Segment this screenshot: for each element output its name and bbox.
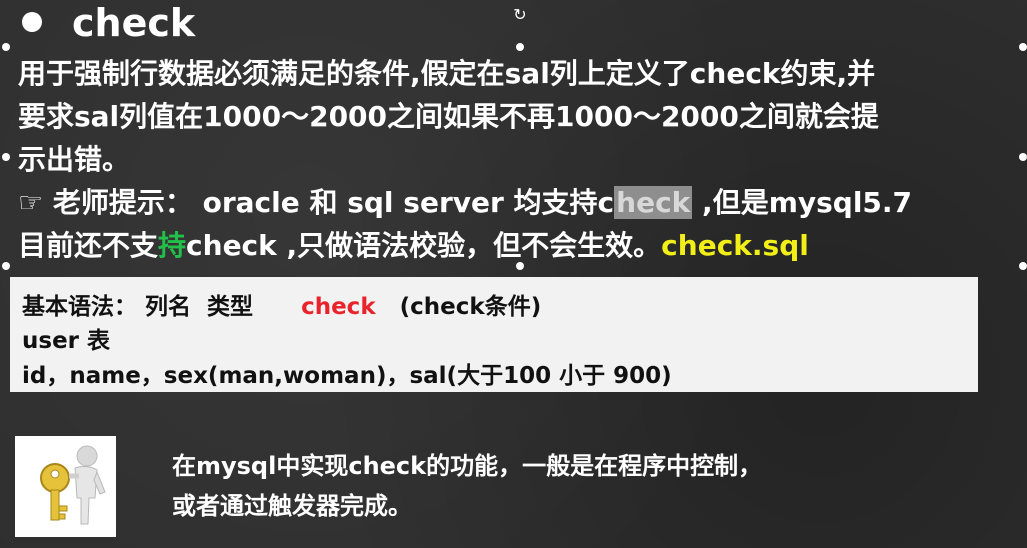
syntax-prefix: 基本语法： 列名 类型 bbox=[22, 294, 254, 320]
footer-note: 在mysql中实现check的功能，一般是在程序中控制， 或者通过触发器完成。 bbox=[172, 446, 762, 526]
slide-title: check bbox=[72, 1, 196, 45]
cursor-char: 持 bbox=[158, 229, 187, 262]
resize-handle-top-right[interactable] bbox=[1019, 43, 1027, 51]
body-line-5-a: 目前还不支 bbox=[18, 229, 159, 262]
rotate-handle-icon[interactable]: ↻ bbox=[511, 6, 529, 24]
teacher-tip-text: 老师提示： oracle 和 sql server 均支持c bbox=[43, 186, 615, 219]
body-line-5-b: check ,只做语法校验，但不会生效。 bbox=[186, 229, 662, 262]
resize-handle-bottom-right[interactable] bbox=[1019, 262, 1027, 270]
syntax-line-2: user 表 bbox=[22, 328, 111, 354]
syntax-line-3: id，name，sex(man,woman)，sal(大于100 小于 900) bbox=[22, 363, 672, 389]
pointing-hand-icon: ☞ bbox=[18, 186, 44, 219]
resize-handle-top-left[interactable] bbox=[2, 43, 10, 51]
syntax-box: 基本语法： 列名 类型 check (check条件) user 表 id，na… bbox=[10, 277, 978, 392]
body-line-1: 用于强制行数据必须满足的条件,假定在sal列上定义了check约束,并 bbox=[18, 57, 876, 90]
resize-handle-right-middle[interactable] bbox=[1019, 153, 1027, 161]
selected-text: heck bbox=[614, 186, 693, 219]
resize-handle-left-middle[interactable] bbox=[2, 153, 10, 161]
resize-handle-bottom-left[interactable] bbox=[2, 262, 10, 270]
footer-line-1: 在mysql中实现check的功能，一般是在程序中控制， bbox=[172, 452, 763, 480]
check-keyword: check bbox=[301, 294, 376, 320]
body-text-box[interactable]: 用于强制行数据必须满足的条件,假定在sal列上定义了check约束,并 要求sa… bbox=[18, 52, 1018, 267]
teacher-tip-text-2: ,但是mysql5.7 bbox=[692, 186, 913, 219]
syntax-line-1: 基本语法： 列名 类型 check (check条件) bbox=[22, 287, 541, 321]
body-line-4: ☞ 老师提示： oracle 和 sql server 均支持check ,但是… bbox=[18, 181, 1018, 224]
person-with-key-icon bbox=[15, 436, 116, 537]
resize-handle-top-middle[interactable] bbox=[516, 43, 524, 51]
file-name: check.sql bbox=[661, 229, 809, 262]
body-line-5: 目前还不支持check ,只做语法校验，但不会生效。check.sql bbox=[18, 224, 1018, 267]
title-bullet-icon bbox=[22, 12, 42, 32]
footer-line-2: 或者通过触发器完成。 bbox=[172, 492, 412, 520]
check-condition: (check条件) bbox=[399, 294, 542, 320]
body-line-2: 要求sal列值在1000～2000之间如果不再1000～2000之间就会提 bbox=[18, 100, 879, 133]
body-line-3: 示出错。 bbox=[18, 143, 131, 176]
